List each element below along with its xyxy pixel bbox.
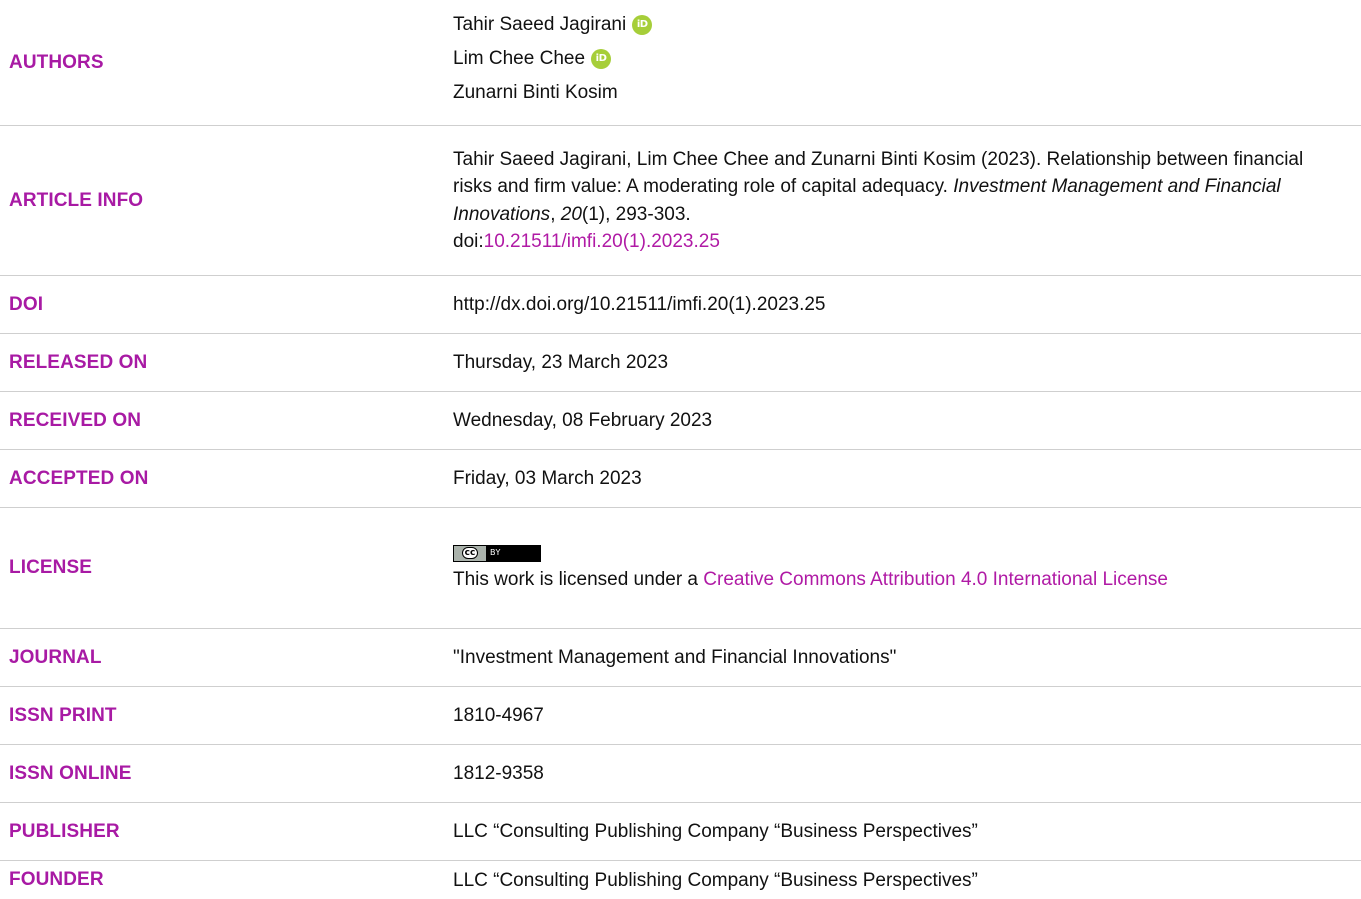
article-citation: Tahir Saeed Jagirani, Lim Chee Chee and … <box>453 146 1361 256</box>
released-on-value: Thursday, 23 March 2023 <box>453 352 669 373</box>
citation-separator: , <box>550 203 561 225</box>
founder-label: FOUNDER <box>9 869 104 890</box>
citation-volume: 20 <box>560 203 582 225</box>
received-on-value: Wednesday, 08 February 2023 <box>453 410 713 431</box>
orcid-icon[interactable]: iD <box>632 14 653 35</box>
publisher-value: LLC “Consulting Publishing Company “Busi… <box>453 821 978 842</box>
received-on-label: RECEIVED ON <box>9 409 142 431</box>
accepted-on-value: Friday, 03 March 2023 <box>453 468 642 489</box>
orcid-icon[interactable]: iD <box>591 48 612 69</box>
citation-doi-link[interactable]: 10.21511/imfi.20(1).2023.25 <box>484 231 720 252</box>
license-value: cc BY This work is licensed under a Crea… <box>453 536 1361 594</box>
license-link[interactable]: Creative Commons Attribution 4.0 Interna… <box>703 569 1168 590</box>
author-name[interactable]: Tahir Saeed Jagirani <box>453 11 626 38</box>
license-label: LICENSE <box>9 557 93 578</box>
publisher-row: PUBLISHER LLC “Consulting Publishing Com… <box>0 803 1361 861</box>
doi-value: http://dx.doi.org/10.21511/imfi.20(1).20… <box>453 294 826 315</box>
issn-print-label: ISSN PRINT <box>9 704 117 726</box>
license-text: This work is licensed under a Creative C… <box>453 566 1341 594</box>
doi-row: DOI http://dx.doi.org/10.21511/imfi.20(1… <box>0 276 1361 334</box>
cc-by-badge-icon[interactable]: cc BY <box>453 544 541 562</box>
author-item: Zunarni Binti Kosim <box>453 76 1341 110</box>
released-on-row: RELEASED ON Thursday, 23 March 2023 <box>0 334 1361 392</box>
author-name[interactable]: Lim Chee Chee <box>453 45 585 72</box>
doi-label: DOI <box>9 293 44 315</box>
issn-online-label: ISSN ONLINE <box>9 762 132 784</box>
journal-label: JOURNAL <box>9 646 102 668</box>
doi-prefix: doi: <box>453 231 484 252</box>
cc-logo-icon: cc <box>454 545 486 561</box>
issn-online-row: ISSN ONLINE 1812-9358 <box>0 745 1361 803</box>
publisher-label: PUBLISHER <box>9 820 120 842</box>
author-item: Lim Chee Chee iD <box>453 42 1341 76</box>
released-on-label: RELEASED ON <box>9 351 148 373</box>
author-item: Tahir Saeed Jagirani iD <box>453 8 1341 42</box>
journal-value: "Investment Management and Financial Inn… <box>453 647 897 668</box>
authors-row: AUTHORS Tahir Saeed Jagirani iD Lim Chee… <box>0 0 1361 126</box>
founder-value: LLC “Consulting Publishing Company “Busi… <box>453 869 978 891</box>
article-info-row: ARTICLE INFO Tahir Saeed Jagirani, Lim C… <box>0 126 1361 276</box>
received-on-row: RECEIVED ON Wednesday, 08 February 2023 <box>0 392 1361 450</box>
license-prefix: This work is licensed under a <box>453 568 704 590</box>
citation-issue-pages: (1), 293-303. <box>581 203 691 225</box>
license-row: LICENSE cc BY This work is licensed unde… <box>0 508 1361 629</box>
article-info-label: ARTICLE INFO <box>9 189 144 211</box>
article-metadata-table: AUTHORS Tahir Saeed Jagirani iD Lim Chee… <box>0 0 1361 899</box>
accepted-on-label: ACCEPTED ON <box>9 467 149 489</box>
authors-list: Tahir Saeed Jagirani iD Lim Chee Chee iD… <box>453 8 1361 110</box>
issn-print-row: ISSN PRINT 1810-4967 <box>0 687 1361 745</box>
cc-by-text: BY <box>490 548 501 558</box>
issn-online-value: 1812-9358 <box>453 763 544 784</box>
founder-row: FOUNDER LLC “Consulting Publishing Compa… <box>0 861 1361 899</box>
journal-row: JOURNAL "Investment Management and Finan… <box>0 629 1361 687</box>
authors-label: AUTHORS <box>9 51 104 73</box>
accepted-on-row: ACCEPTED ON Friday, 03 March 2023 <box>0 450 1361 508</box>
author-name: Zunarni Binti Kosim <box>453 82 618 103</box>
issn-print-value: 1810-4967 <box>453 705 544 726</box>
